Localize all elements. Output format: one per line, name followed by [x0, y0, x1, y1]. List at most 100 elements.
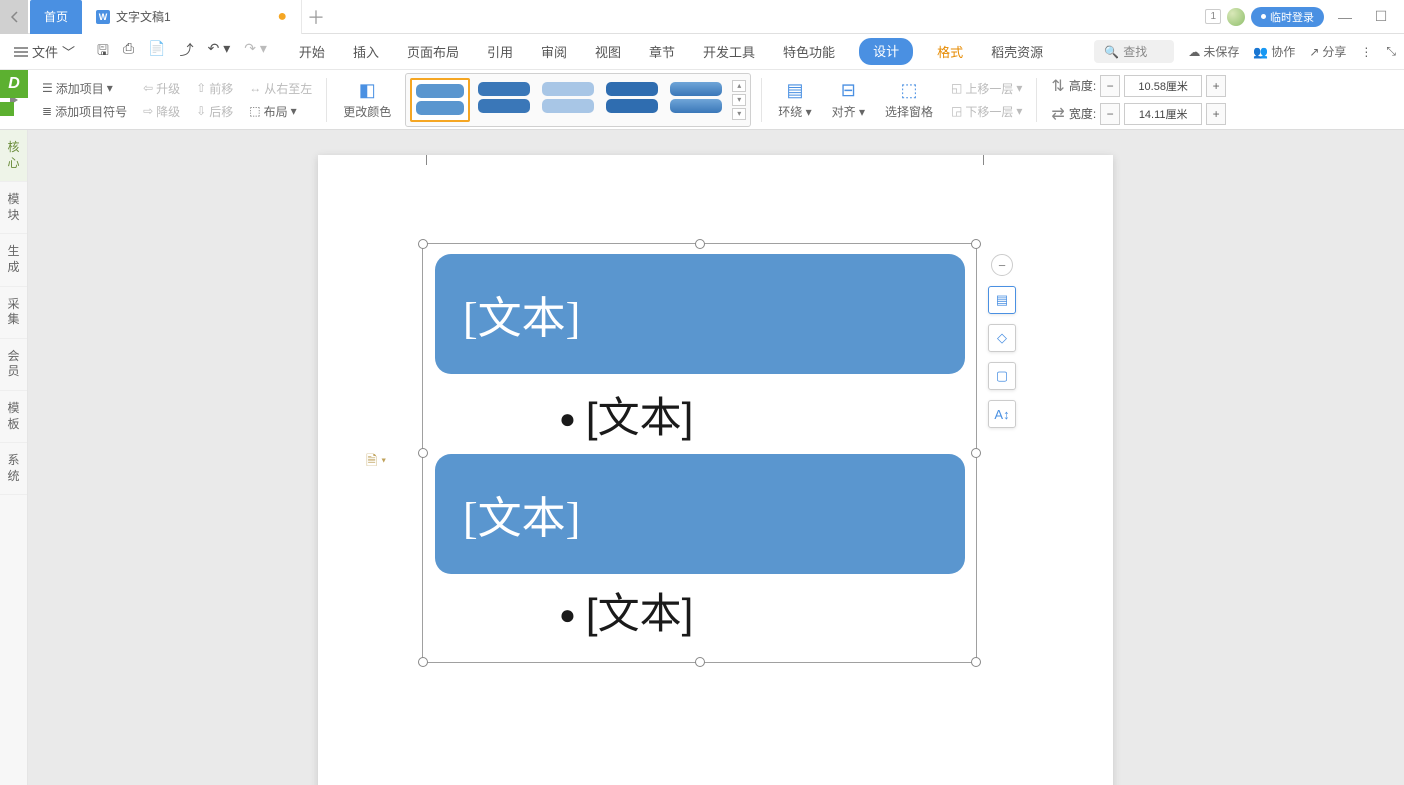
select-pane-button[interactable]: ⬚选择窗格 — [879, 80, 939, 120]
gallery-style-3[interactable] — [538, 78, 598, 122]
window-minimize[interactable]: — — [1330, 9, 1360, 25]
height-icon: ⇅ — [1051, 76, 1064, 96]
menu-引用[interactable]: 引用 — [483, 38, 517, 65]
height-input[interactable] — [1124, 75, 1202, 97]
smartart-block-1[interactable]: [文本] — [435, 254, 965, 374]
back-strip[interactable] — [0, 0, 28, 34]
gallery-style-4[interactable] — [602, 78, 662, 122]
add-item-button[interactable]: ☰ 添加项目 ▾ — [42, 80, 127, 97]
height-decrease[interactable]: − — [1100, 75, 1120, 97]
resize-handle-nw[interactable] — [418, 239, 428, 249]
sidebar-item-6[interactable]: 系统 — [0, 443, 27, 495]
tab-home[interactable]: 首页 — [30, 0, 82, 34]
sidebar-item-2[interactable]: 生成 — [0, 234, 27, 286]
save-icon[interactable]: 🖫 — [97, 40, 109, 64]
change-color-button[interactable]: ◧ 更改颜色 — [337, 80, 397, 120]
add-bullet-button[interactable]: ≣ 添加项目符号 — [42, 103, 127, 120]
demote-button[interactable]: ⇨ 降级 — [143, 103, 180, 120]
send-backward-button[interactable]: ◲ 下移一层 ▾ — [951, 103, 1022, 120]
resize-handle-s[interactable] — [695, 657, 705, 667]
app-logo[interactable]: D — [0, 70, 28, 98]
expand-icon[interactable]: ⤡ — [1386, 44, 1396, 59]
width-decrease[interactable]: − — [1100, 103, 1120, 125]
more-menu[interactable]: ⋮ — [1360, 45, 1372, 59]
menu-开始[interactable]: 开始 — [295, 38, 329, 65]
gallery-style-2[interactable] — [474, 78, 534, 122]
menu-章节[interactable]: 章节 — [645, 38, 679, 65]
search-input[interactable]: 🔍 查找 — [1094, 40, 1174, 63]
menu-页面布局[interactable]: 页面布局 — [403, 38, 463, 65]
sidebar-item-1[interactable]: 模块 — [0, 182, 27, 234]
gallery-scroll-1[interactable]: ▾ — [732, 94, 746, 106]
notification-badge[interactable]: 1 — [1205, 9, 1221, 24]
resize-handle-e[interactable] — [971, 448, 981, 458]
new-tab-button[interactable]: ＋ — [302, 4, 330, 30]
canvas[interactable]: 🗎 ▾ [文本] ●[文本] [文本] ●[文本] − ▤ ◇ ▢ A↕ — [28, 130, 1404, 785]
print-preview-icon[interactable]: ⎙ — [123, 40, 134, 64]
print-icon[interactable]: 📄 — [148, 40, 165, 64]
tab-document[interactable]: W 文字文稿1 ● — [82, 0, 302, 34]
chevron-left-icon — [10, 11, 18, 23]
resize-handle-ne[interactable] — [971, 239, 981, 249]
gallery-style-1[interactable] — [410, 78, 470, 122]
height-increase[interactable]: + — [1206, 75, 1226, 97]
menu-设计[interactable]: 设计 — [859, 38, 913, 65]
app-mark-icon — [0, 102, 14, 116]
resize-handle-se[interactable] — [971, 657, 981, 667]
redo-button[interactable]: ↷ ▾ — [244, 40, 267, 64]
rtl-button[interactable]: ↔ 从右至左 — [249, 80, 312, 97]
document-title: 文字文稿1 — [116, 8, 171, 25]
menu-格式[interactable]: 格式 — [933, 38, 967, 65]
menu-审阅[interactable]: 审阅 — [537, 38, 571, 65]
wrap-tight-button[interactable]: ▢ — [988, 362, 1016, 390]
width-increase[interactable]: + — [1206, 103, 1226, 125]
resize-handle-n[interactable] — [695, 239, 705, 249]
menu-视图[interactable]: 视图 — [591, 38, 625, 65]
wrap-square-button[interactable]: ◇ — [988, 324, 1016, 352]
gallery-scroll-2[interactable]: ▾ — [732, 108, 746, 120]
width-input[interactable] — [1124, 103, 1202, 125]
page[interactable]: 🗎 ▾ [文本] ●[文本] [文本] ●[文本] − ▤ ◇ ▢ A↕ — [318, 155, 1113, 785]
width-icon: ⇄ — [1051, 104, 1064, 124]
paragraph-options-button[interactable]: 🗎 ▾ — [366, 450, 386, 474]
login-label: 临时登录 — [1270, 9, 1314, 25]
wrap-button[interactable]: ▤环绕 ▾ — [772, 80, 817, 120]
menu-插入[interactable]: 插入 — [349, 38, 383, 65]
collab-link[interactable]: 👥 协作 — [1253, 43, 1295, 60]
promote-button[interactable]: ⇦ 升级 — [143, 80, 180, 97]
resize-handle-sw[interactable] — [418, 657, 428, 667]
menu-icon — [14, 47, 28, 57]
smartart-block-2[interactable]: [文本] — [435, 454, 965, 574]
avatar[interactable] — [1227, 8, 1245, 26]
gallery-style-5[interactable] — [666, 78, 726, 122]
sidebar-item-4[interactable]: 会员 — [0, 339, 27, 391]
resize-handle-w[interactable] — [418, 448, 428, 458]
menu-特色功能[interactable]: 特色功能 — [779, 38, 839, 65]
window-maximize[interactable]: ☐ — [1366, 8, 1396, 25]
collapse-button[interactable]: − — [991, 254, 1013, 276]
align-button[interactable]: ⊟对齐 ▾ — [826, 80, 871, 120]
smartart-selection[interactable]: [文本] ●[文本] [文本] ●[文本] − ▤ ◇ ▢ A↕ — [422, 243, 977, 663]
menu-稻壳资源[interactable]: 稻壳资源 — [987, 38, 1047, 65]
login-button[interactable]: 临时登录 — [1251, 7, 1324, 27]
smartart-bullet-2[interactable]: ●[文本] — [559, 580, 693, 641]
wrap-behind-button[interactable]: A↕ — [988, 400, 1016, 428]
move-down-button[interactable]: ⇩ 后移 — [196, 103, 233, 120]
undo-button[interactable]: ↶ ▾ — [208, 40, 231, 64]
menu-开发工具[interactable]: 开发工具 — [699, 38, 759, 65]
unsaved-link[interactable]: ☁ 未保存 — [1188, 43, 1239, 60]
wrap-icon: ▤ — [786, 80, 803, 101]
move-up-button[interactable]: ⇧ 前移 — [196, 80, 233, 97]
share-link[interactable]: ↗ 分享 — [1309, 43, 1346, 60]
bring-forward-button[interactable]: ◱ 上移一层 ▾ — [951, 80, 1022, 97]
layout-button[interactable]: ⬚ 布局 ▾ — [249, 103, 312, 120]
smartart-bullet-1[interactable]: ●[文本] — [559, 384, 693, 445]
wrap-inline-button[interactable]: ▤ — [988, 286, 1016, 314]
file-menu[interactable]: 文件 ﹀ — [8, 38, 81, 65]
gallery-scroll-0[interactable]: ▴ — [732, 80, 746, 92]
sidebar-item-3[interactable]: 采集 — [0, 287, 27, 339]
color-icon: ◧ — [359, 80, 376, 101]
sidebar-item-5[interactable]: 模板 — [0, 391, 27, 443]
export-icon[interactable]: ⤴ — [180, 40, 194, 64]
sidebar-item-0[interactable]: 核心 — [0, 130, 27, 182]
